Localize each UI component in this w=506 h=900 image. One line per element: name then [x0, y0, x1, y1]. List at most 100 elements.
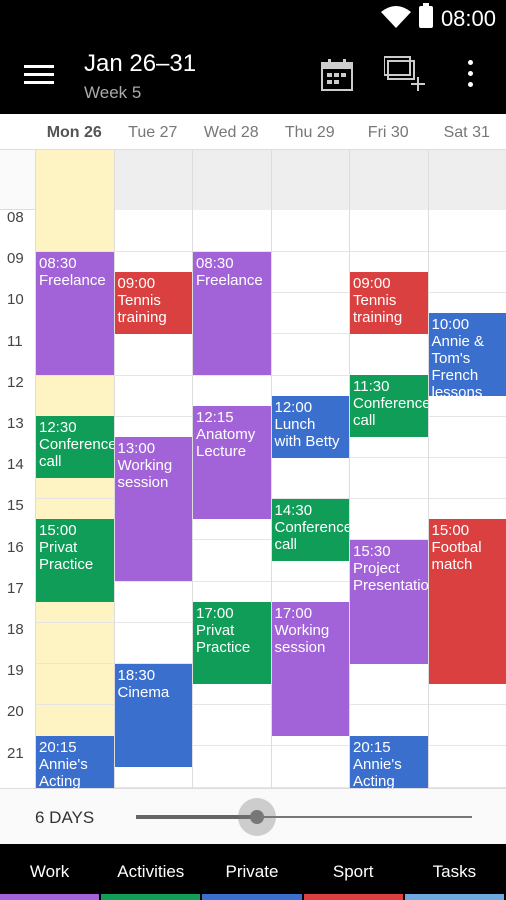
event-title: Conference call	[353, 395, 428, 430]
hour-label: 13	[7, 415, 24, 432]
event-title: Annie's Acting	[39, 755, 88, 790]
calendar-event[interactable]: 14:30 Conference call	[271, 498, 350, 561]
calendar-event[interactable]: 12:30 Conference call	[36, 416, 114, 479]
tab-color-bar	[202, 894, 302, 900]
event-title: Privat Practice	[196, 621, 251, 656]
tab-label: Work	[29, 862, 70, 881]
add-event-icon[interactable]	[384, 55, 426, 93]
days-slider-bar: 6 DAYS	[0, 788, 506, 844]
event-time: 10:00	[431, 316, 470, 334]
hour-label: 14	[7, 456, 24, 474]
calendar-event[interactable]: 12:00 Lunch with Betty	[271, 395, 349, 458]
all-day-cell[interactable]	[192, 150, 271, 210]
calendar-event[interactable]: 13:00 Working session	[114, 437, 192, 582]
event-time: 17:00	[274, 604, 313, 622]
event-title: Annie & Tom's French lessons	[431, 333, 485, 396]
all-day-cell[interactable]	[35, 150, 114, 210]
event-time: 09:00	[353, 275, 391, 293]
event-time: 20:15	[39, 738, 77, 756]
hour-label: 18	[7, 621, 24, 638]
tab-sport[interactable]: Sport	[303, 844, 403, 900]
event-time: 13:00	[117, 440, 156, 457]
all-day-cell[interactable]	[427, 150, 506, 210]
day-header: Mon 26 Tue 27 Wed 28 Thu 29 Fri 30 Sat 31	[0, 114, 506, 150]
calendar-icon[interactable]	[321, 59, 353, 91]
calendar-event[interactable]: 10:00 Annie & Tom's French lessons	[428, 313, 506, 396]
week-subtitle: Week 5	[84, 83, 142, 102]
tab-color-bar	[404, 894, 504, 900]
menu-icon[interactable]	[24, 65, 54, 85]
event-title: Conference call	[39, 436, 114, 471]
tab-color-bar	[0, 894, 100, 900]
event-title: Freelance	[196, 271, 263, 289]
tab-label: Activities	[117, 862, 185, 881]
hour-label: 20	[7, 703, 24, 721]
tab-label: Private	[225, 862, 279, 881]
status-bar: 08:00	[0, 0, 506, 36]
event-time: 12:00	[274, 398, 313, 416]
all-day-cell[interactable]	[270, 150, 349, 210]
days-slider-label: 6 DAYS	[35, 808, 95, 827]
tab-label: Tasks	[432, 862, 477, 881]
event-time: 15:00	[431, 522, 470, 540]
event-title: Annie's Acting	[353, 755, 402, 790]
tab-color-bar	[101, 894, 201, 900]
event-title: Working session	[117, 457, 173, 491]
event-time: 17:00	[196, 604, 234, 622]
hour-label: 08	[7, 209, 24, 226]
hour-label: 10	[7, 291, 24, 309]
calendar-event[interactable]: 15:30Project Presentation	[350, 540, 428, 664]
event-title: Anatomy Lecture	[196, 426, 256, 461]
calendar-event[interactable]: 18:30 Cinema	[114, 663, 192, 767]
calendar-event[interactable]: 15:00 Privat Practice	[36, 519, 114, 602]
calendar-event[interactable]: 09:00 Tennis training	[350, 272, 428, 334]
event-title: Freelance	[39, 271, 106, 289]
calendar-event[interactable]: 15:00 Footbal match	[428, 519, 506, 685]
event-title: Footbal match	[431, 539, 482, 574]
date-range-title: Jan 26–31	[84, 50, 197, 77]
hour-label: 09	[7, 250, 24, 268]
tab-activities[interactable]: Activities	[101, 844, 201, 900]
event-time: 08:30	[39, 254, 77, 272]
hour-label: 15	[7, 497, 24, 515]
event-title: Cinema	[117, 683, 170, 701]
all-day-cell[interactable]	[113, 150, 192, 210]
tab-work[interactable]: Work	[0, 844, 100, 900]
hour-label: 11	[7, 332, 23, 350]
all-day-row[interactable]	[0, 150, 506, 210]
tab-private[interactable]: Private	[202, 844, 302, 900]
day-header-0[interactable]: Mon 26	[35, 124, 114, 142]
event-time: 20:15	[353, 738, 391, 756]
week-grid[interactable]: 08 09 10 11 12 13 14 15 16 17 18 19 20 21 08:30 Freelan…	[0, 209, 506, 798]
event-title: Lunch with Betty	[274, 415, 340, 450]
app-bar: Jan 26–31 Week 5	[0, 36, 506, 114]
day-header-3[interactable]: Thu 29	[271, 124, 350, 142]
day-header-5[interactable]: Sat 31	[428, 124, 506, 142]
event-time: 15:30	[353, 543, 391, 560]
event-title: Tennis training	[117, 292, 167, 327]
calendar-event[interactable]: 08:30 Freelance	[36, 251, 114, 376]
status-time: 08:00	[440, 6, 496, 31]
more-icon[interactable]	[466, 60, 476, 90]
calendar-event[interactable]: 17:00 Working session	[271, 601, 349, 736]
event-title: Working session	[274, 621, 330, 656]
calendar-event[interactable]: 17:00 Privat Practice	[193, 601, 271, 685]
day-header-4[interactable]: Fri 30	[349, 124, 428, 142]
calendar-event[interactable]: 12:15 Anatomy Lecture	[193, 406, 271, 520]
calendar-event[interactable]: 09:00 Tennis training	[114, 272, 192, 334]
event-title: Tennis training	[353, 292, 403, 327]
calendar-event[interactable]: 08:30 Freelance	[193, 251, 271, 376]
event-time: 11:30	[353, 378, 390, 396]
event-title: Conference call	[274, 518, 350, 553]
tab-tasks[interactable]: Tasks	[404, 844, 504, 900]
all-day-cell[interactable]	[349, 150, 428, 210]
hour-label: 12	[7, 373, 24, 391]
day-divider	[427, 210, 429, 788]
hour-label: 21	[7, 744, 24, 762]
event-time: 18:30	[117, 666, 156, 684]
day-header-1[interactable]: Tue 27	[114, 124, 193, 142]
event-time: 15:00	[39, 522, 77, 540]
calendar-event[interactable]: 11:30 Conference call	[350, 375, 428, 437]
day-header-2[interactable]: Wed 28	[192, 124, 271, 142]
slider-thumb[interactable]	[249, 810, 264, 824]
